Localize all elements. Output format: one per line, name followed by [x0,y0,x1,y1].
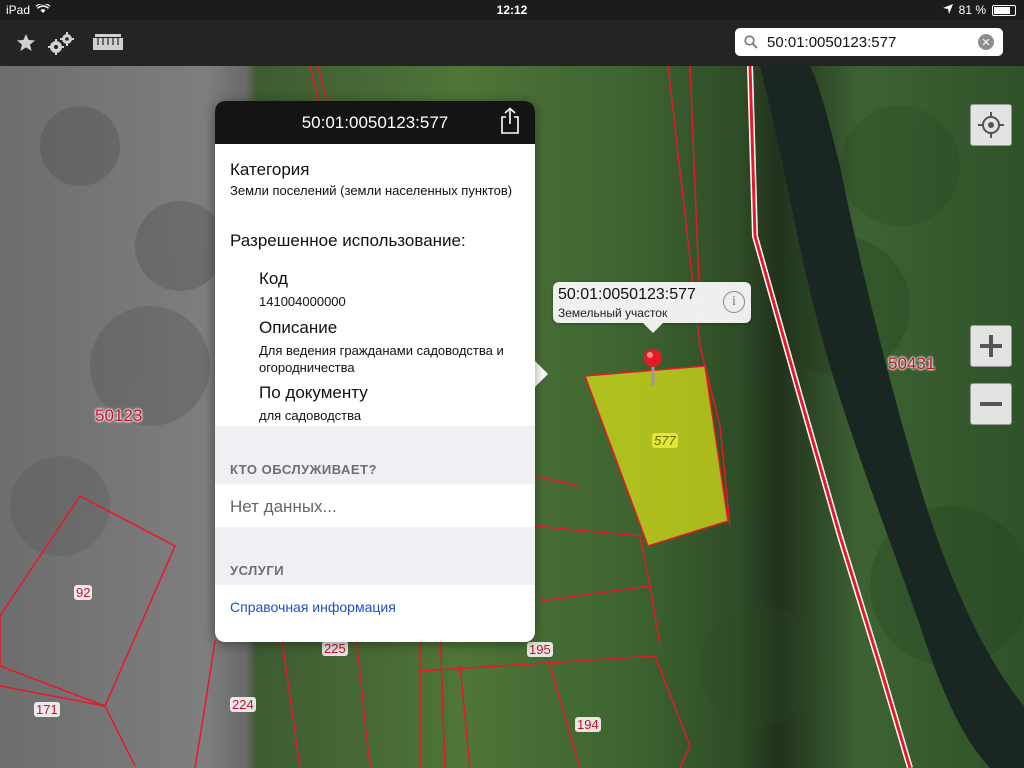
zoom-out-button[interactable] [970,383,1012,425]
selected-parcel-label: 577 [652,433,678,448]
permitted-use-heading: Разрешенное использование: [230,231,466,250]
description-heading: Описание [259,318,338,337]
services-section-label: УСЛУГИ [230,563,285,578]
map-layers-icon[interactable] [90,28,126,58]
services-section-header: УСЛУГИ [215,527,535,585]
category-heading: Категория [230,160,310,179]
code-value: 141004000000 [259,294,346,309]
callout-title: 50:01:0050123:577 [558,286,696,303]
location-arrow-icon [942,3,953,17]
parcel-label: 194 [575,717,601,732]
servicer-section-label: КТО ОБСЛУЖИВАЕТ? [230,462,377,477]
category-value: Земли поселений (земли населенных пункто… [230,183,513,198]
parcel-label: 92 [74,585,93,600]
parcel-label: 224 [230,697,256,712]
map-pin-icon[interactable] [643,348,663,393]
search-bar[interactable]: ✕ [735,28,1003,56]
map-quarter-label: 50123 [95,406,143,425]
servicer-value: Нет данных... [230,497,337,516]
search-input[interactable] [765,32,974,52]
description-value: Для ведения гражданами садоводства и ого… [259,343,504,375]
reference-info-link[interactable]: Справочная информация [230,599,396,615]
top-toolbar: ✕ [0,20,1024,66]
clear-search-icon[interactable]: ✕ [978,34,994,50]
parcel-info-popover: 50:01:0050123:577 Категория Земли поселе… [215,101,535,642]
share-icon[interactable] [499,107,521,140]
map-quarter-label: 50431 [888,354,936,373]
crosshair-icon [978,112,1004,138]
status-bar: iPad 12:12 81 % [0,0,1024,20]
servicer-section-header: КТО ОБСЛУЖИВАЕТ? [215,426,535,484]
battery-percent: 81 % [958,3,986,17]
code-heading: Код [259,269,288,288]
parcel-label: 225 [322,641,348,656]
parcel-label: 195 [527,642,553,657]
by-document-heading: По документу [259,383,368,402]
by-document-value: для садоводства [259,408,362,423]
minus-icon [980,402,1002,406]
settings-gears-icon[interactable] [46,28,78,58]
info-icon[interactable]: i [723,291,745,313]
favorites-star-icon[interactable] [10,28,42,58]
plus-icon [980,335,1002,357]
parcel-label: 171 [34,702,60,717]
battery-icon [992,4,1016,16]
search-icon [744,35,758,49]
popover-header: 50:01:0050123:577 [215,101,535,144]
callout-subtitle: Земельный участок [558,306,668,320]
popover-arrow [534,360,548,388]
popover-title: 50:01:0050123:577 [301,113,449,132]
zoom-in-button[interactable] [970,325,1012,367]
parcel-callout[interactable]: 50:01:0050123:577 Земельный участок i [553,282,751,333]
clock: 12:12 [496,3,528,17]
locate-me-button[interactable] [970,104,1012,146]
